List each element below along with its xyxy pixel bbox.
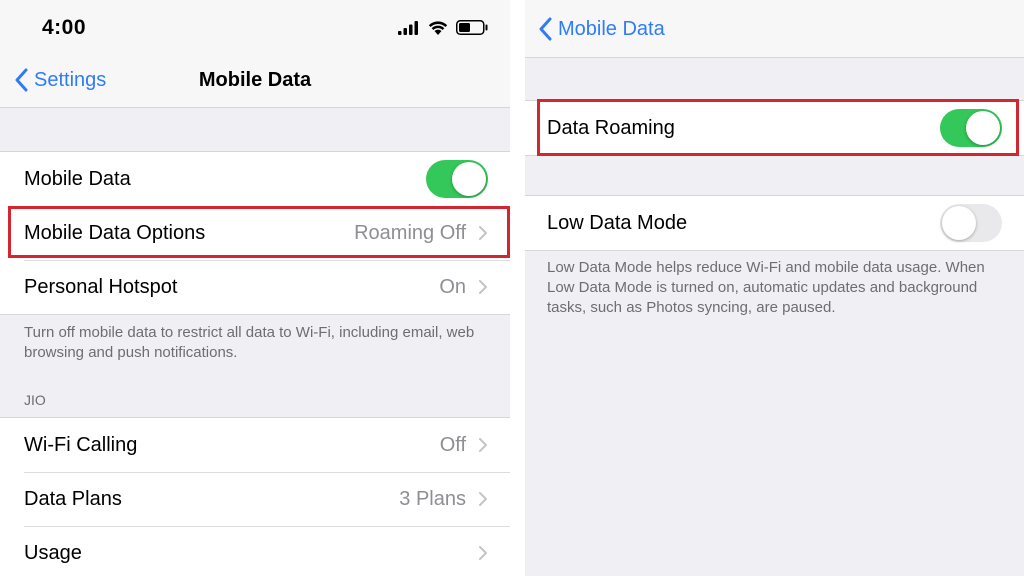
data-roaming-toggle[interactable] <box>940 109 1002 147</box>
low-data-mode-label: Low Data Mode <box>547 211 688 234</box>
wifi-icon <box>428 21 448 35</box>
mobile-data-footer-note: Turn off mobile data to restrict all dat… <box>24 324 475 361</box>
wifi-calling-label: Wi-Fi Calling <box>24 433 138 456</box>
data-plans-label: Data Plans <box>24 487 122 510</box>
personal-hotspot-label: Personal Hotspot <box>24 275 178 298</box>
chevron-right-icon <box>479 226 487 240</box>
back-chevron-icon <box>539 17 552 41</box>
navigation-bar: Settings Mobile Data <box>0 56 510 108</box>
mobile-data-options-row[interactable]: Mobile Data Options Roaming Off <box>0 206 510 260</box>
wifi-calling-value: Off <box>439 433 466 456</box>
mobile-data-options-screen: Mobile Data Data Roaming Low Data Mode L… <box>525 0 1024 576</box>
status-icons <box>398 20 488 35</box>
usage-label: Usage <box>24 541 82 564</box>
data-plans-value: 3 Plans <box>399 487 466 510</box>
status-time: 4:00 <box>42 16 87 39</box>
mobile-data-group: Mobile Data Mobile Data Options Roaming … <box>0 151 510 315</box>
mobile-data-screen: 4:00 Settings Mobile Data Mobile Data Mo… <box>0 0 510 576</box>
toggle-knob <box>452 162 486 196</box>
mobile-data-options-label: Mobile Data Options <box>24 221 206 244</box>
carrier-group: Wi-Fi Calling Off Data Plans 3 Plans Usa… <box>0 417 510 576</box>
chevron-right-icon <box>479 280 487 294</box>
signal-bars-icon <box>398 20 418 35</box>
personal-hotspot-row[interactable]: Personal Hotspot On <box>0 260 510 314</box>
data-roaming-row: Data Roaming <box>525 101 1024 155</box>
low-data-mode-footer-note: Low Data Mode helps reduce Wi-Fi and mob… <box>547 259 985 316</box>
usage-row[interactable]: Usage <box>0 526 510 576</box>
low-data-mode-group: Low Data Mode <box>525 195 1024 251</box>
back-button-label: Mobile Data <box>558 17 665 40</box>
chevron-right-icon <box>479 546 487 560</box>
low-data-mode-toggle[interactable] <box>940 204 1002 242</box>
page-title: Mobile Data <box>198 69 312 91</box>
data-plans-row[interactable]: Data Plans 3 Plans <box>0 472 510 526</box>
back-button[interactable]: Mobile Data <box>538 17 665 41</box>
toggle-knob <box>942 206 976 240</box>
roaming-status-value: Roaming Off <box>354 221 466 244</box>
chevron-right-icon <box>479 438 487 452</box>
personal-hotspot-value: On <box>439 275 466 298</box>
carrier-section-header: JIO <box>24 392 46 408</box>
data-roaming-group: Data Roaming <box>525 100 1024 156</box>
battery-icon <box>456 20 488 35</box>
low-data-mode-row: Low Data Mode <box>525 196 1024 250</box>
wifi-calling-row[interactable]: Wi-Fi Calling Off <box>0 418 510 472</box>
navigation-bar: Mobile Data <box>525 0 1024 58</box>
mobile-data-toggle[interactable] <box>426 160 488 198</box>
toggle-knob <box>966 111 1000 145</box>
mobile-data-row: Mobile Data <box>0 152 510 206</box>
chevron-right-icon <box>479 492 487 506</box>
data-roaming-label: Data Roaming <box>547 116 675 139</box>
status-bar: 4:00 <box>0 0 510 56</box>
mobile-data-label: Mobile Data <box>24 167 131 190</box>
